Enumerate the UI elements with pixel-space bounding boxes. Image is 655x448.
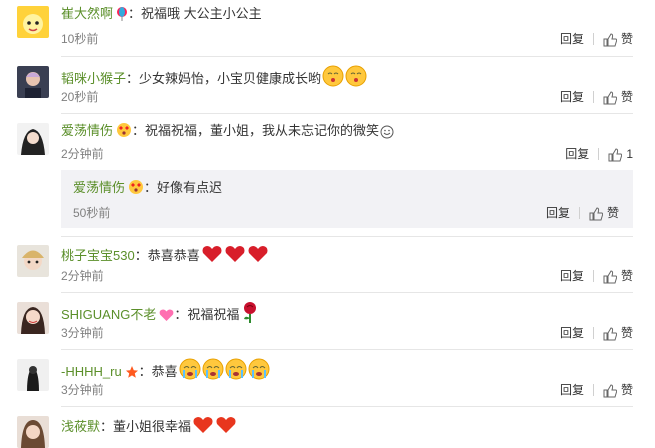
timestamp: 2分钟前: [61, 269, 104, 283]
like-label: 赞: [606, 206, 619, 220]
divider: [61, 236, 633, 237]
thumbs-up-icon: [589, 207, 604, 221]
crying-emoji-icon: [248, 358, 270, 385]
username[interactable]: 崔大然啊: [61, 6, 113, 21]
heart-emoji-icon: [201, 244, 223, 269]
timestamp: 20秒前: [61, 90, 99, 104]
balloon-badge-icon: [116, 7, 128, 26]
username[interactable]: 韬咪小猴子: [61, 71, 126, 86]
like-button[interactable]: 1: [608, 146, 633, 162]
reply-button[interactable]: 回复: [565, 146, 589, 162]
heart-emoji-icon: [192, 415, 214, 440]
pink-heart-badge-icon: [159, 308, 174, 327]
timestamp: 10秒前: [61, 32, 99, 46]
divider: [592, 327, 594, 339]
comment-text: ：好像有点迟: [144, 180, 223, 195]
crying-emoji-icon: [225, 358, 247, 385]
like-count: 1: [626, 147, 633, 161]
timestamp: 3分钟前: [61, 383, 104, 397]
comment-text: ：祝福哦 大公主小公主: [128, 6, 262, 21]
reply-button[interactable]: 回复: [560, 89, 584, 105]
like-label: 赞: [620, 90, 633, 104]
divider: [61, 406, 633, 407]
avatar[interactable]: [17, 123, 49, 155]
heart-eyes-badge-icon: [128, 179, 144, 200]
divider: [61, 113, 633, 114]
comment-actions: 回复 赞: [560, 89, 633, 105]
reply-button[interactable]: 回复: [560, 325, 584, 341]
avatar[interactable]: [17, 302, 49, 334]
username[interactable]: SHIGUANG不老: [61, 307, 156, 322]
username[interactable]: 爱荡情伤: [73, 180, 125, 195]
thumbs-up-icon: [603, 384, 618, 398]
timestamp: 3分钟前: [61, 326, 104, 340]
divider: [592, 270, 594, 282]
divider: [61, 349, 633, 350]
comment-actions: 回复 赞: [546, 204, 619, 221]
timestamp: 50秒前: [73, 206, 111, 220]
username[interactable]: -HHHH_ru: [61, 364, 122, 379]
divider: [592, 91, 594, 103]
like-button[interactable]: 赞: [603, 89, 633, 105]
crying-emoji-icon: [179, 358, 201, 385]
divider: [592, 33, 594, 45]
like-button[interactable]: 赞: [603, 268, 633, 284]
like-label: 赞: [620, 32, 633, 46]
thumbs-up-icon: [608, 148, 623, 162]
avatar[interactable]: [17, 6, 49, 38]
rose-emoji-icon: [240, 301, 260, 328]
reply-button[interactable]: 回复: [560, 31, 584, 47]
divider: [598, 148, 600, 160]
username[interactable]: 爱荡情伤: [61, 123, 113, 138]
comment-actions: 回复 赞: [560, 325, 633, 341]
kiss-emoji-icon: [322, 65, 344, 92]
comment-actions: 回复 赞: [560, 31, 633, 47]
comment-text: ：恭喜恭喜: [134, 248, 200, 263]
like-button[interactable]: 赞: [589, 204, 619, 221]
like-button[interactable]: 赞: [603, 31, 633, 47]
heart-emoji-icon: [224, 244, 246, 269]
like-button[interactable]: 赞: [603, 382, 633, 398]
divider: [578, 207, 580, 219]
divider: [61, 56, 633, 57]
reply-button[interactable]: 回复: [546, 206, 570, 220]
like-label: 赞: [620, 326, 633, 340]
avatar[interactable]: [17, 245, 49, 277]
divider: [592, 384, 594, 396]
comment-actions: 回复 赞: [560, 268, 633, 284]
kiss-emoji-icon: [345, 65, 367, 92]
like-button[interactable]: 赞: [603, 325, 633, 341]
thumbs-up-icon: [603, 327, 618, 341]
like-label: 赞: [620, 383, 633, 397]
thumbs-up-icon: [603, 270, 618, 284]
avatar[interactable]: [17, 359, 49, 391]
comment-text: ：祝福祝福: [174, 307, 240, 322]
avatar[interactable]: [17, 66, 49, 98]
like-label: 赞: [620, 269, 633, 283]
smile-emoji-icon: [380, 125, 394, 144]
thumbs-up-icon: [603, 33, 618, 47]
crying-emoji-icon: [202, 358, 224, 385]
divider: [61, 292, 633, 293]
avatar[interactable]: [17, 416, 49, 448]
star-badge-icon: [125, 365, 139, 384]
comment-text: ：祝福祝福，董小姐，我从未忘记你的微笑: [132, 123, 380, 138]
heart-eyes-badge-icon: [116, 122, 132, 143]
username[interactable]: 浅莜默: [61, 419, 100, 434]
heart-emoji-icon: [215, 415, 237, 440]
comment-actions: 回复 赞: [560, 382, 633, 398]
reply-button[interactable]: 回复: [560, 268, 584, 284]
comment-text: ：少女辣妈怡，小宝贝健康成长哟: [126, 71, 322, 86]
heart-emoji-icon: [247, 244, 269, 269]
timestamp: 2分钟前: [61, 147, 104, 161]
nested-reply: 爱荡情伤 ：好像有点迟 50秒前 回复 赞: [61, 170, 633, 228]
username[interactable]: 桃子宝宝530: [61, 248, 135, 263]
comment-text: ：董小姐很幸福: [100, 419, 192, 434]
reply-button[interactable]: 回复: [560, 382, 584, 398]
comment-text: ：恭喜: [138, 364, 178, 379]
comment-actions: 回复 1: [565, 146, 633, 162]
thumbs-up-icon: [603, 91, 618, 105]
